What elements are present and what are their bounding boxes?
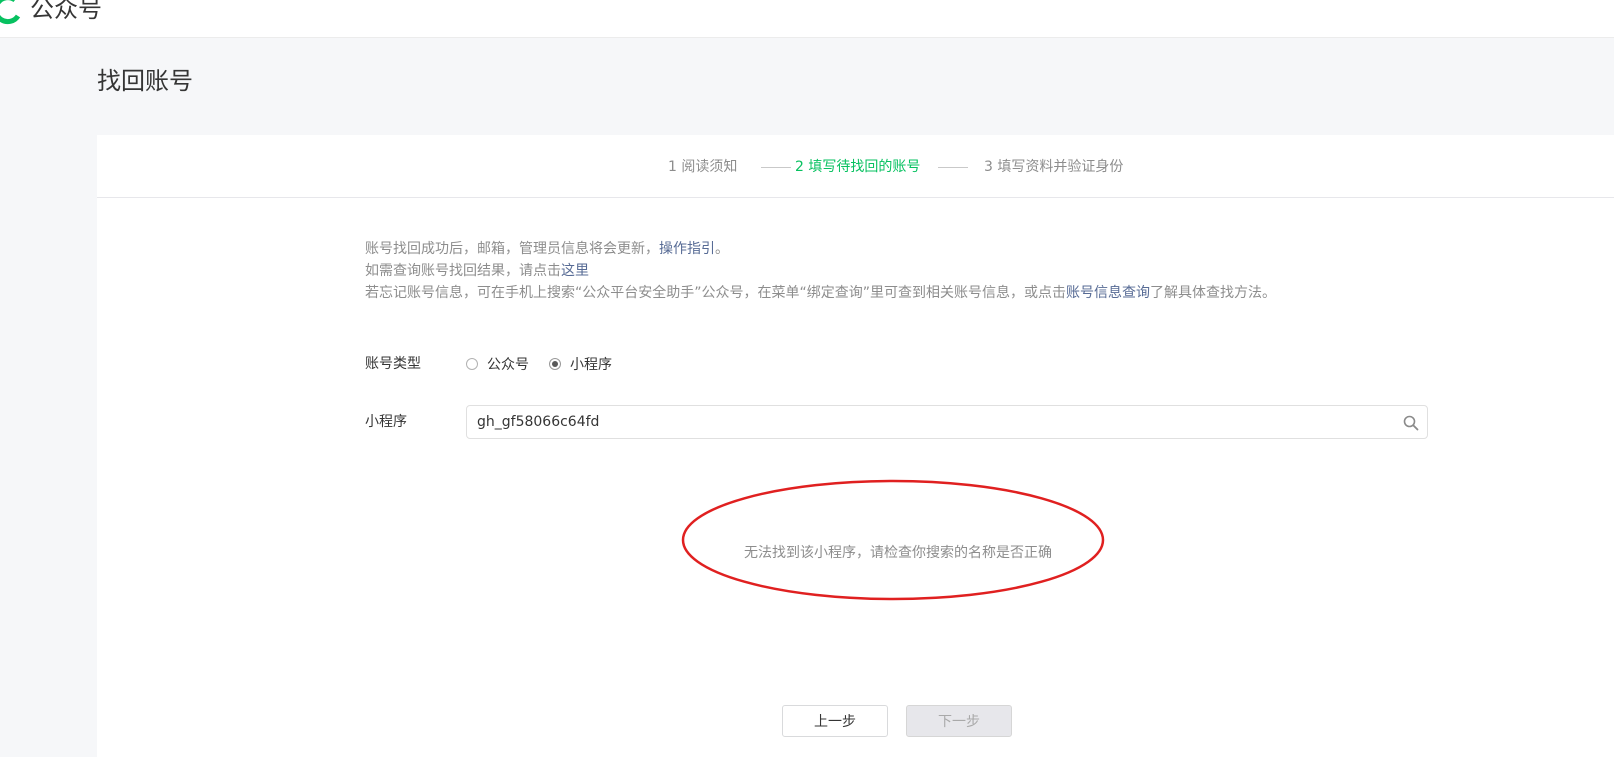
next-step-button[interactable]: 下一步 (906, 705, 1012, 737)
step-indicator: 1 阅读须知 2 填写待找回的账号 3 填写资料并验证身份 (97, 135, 1614, 198)
step-1: 1 阅读须知 (668, 159, 738, 175)
radio-option-mini-program[interactable]: 小程序 (549, 354, 612, 374)
notice-text-segment: 如需查询账号找回结果，请点击 (365, 263, 561, 279)
notice-text: 账号找回成功后，邮箱，管理员信息将会更新，操作指引。 如需查询账号找回结果，请点… (365, 238, 1276, 304)
wechat-logo-icon (0, 0, 21, 25)
account-type-radio-group: 公众号 小程序 (466, 354, 632, 374)
notice-line-1: 账号找回成功后，邮箱，管理员信息将会更新，操作指引。 (365, 238, 1276, 260)
search-box (466, 405, 1428, 439)
notice-text-segment: 。 (715, 241, 729, 257)
notice-line-2: 如需查询账号找回结果，请点击这里 (365, 260, 1276, 282)
notice-text-segment: 若忘记账号信息，可在手机上搜索“公众平台安全助手”公众号，在菜单“绑定查询”里可… (365, 285, 1067, 301)
step-divider (938, 167, 968, 168)
radio-label: 公众号 (487, 357, 529, 373)
radio-button[interactable] (466, 358, 478, 370)
radio-label: 小程序 (570, 357, 612, 373)
previous-step-button[interactable]: 上一步 (782, 705, 888, 737)
step-2-active: 2 填写待找回的账号 (795, 159, 921, 175)
account-info-query-link[interactable]: 账号信息查询 (1066, 285, 1150, 301)
radio-button-checked[interactable] (549, 358, 561, 370)
top-bar: 公众号 (0, 0, 1614, 38)
step-3: 3 填写资料并验证身份 (984, 159, 1124, 175)
search-icon[interactable] (1403, 415, 1419, 431)
notice-text-segment: 账号找回成功后，邮箱，管理员信息将会更新， (365, 241, 659, 257)
main-panel: 1 阅读须知 2 填写待找回的账号 3 填写资料并验证身份 账号找回成功后，邮箱… (97, 135, 1614, 757)
notice-line-3: 若忘记账号信息，可在手机上搜索“公众平台安全助手”公众号，在菜单“绑定查询”里可… (365, 282, 1276, 304)
account-type-label: 账号类型 (365, 356, 421, 372)
step-divider (761, 167, 791, 168)
red-annotation-oval (681, 479, 1105, 601)
mini-program-label: 小程序 (365, 414, 407, 430)
brand-name: 公众号 (30, 0, 102, 23)
page-title: 找回账号 (97, 67, 193, 95)
operation-guide-link[interactable]: 操作指引 (659, 241, 715, 257)
search-input[interactable] (477, 412, 1377, 432)
query-result-link[interactable]: 这里 (561, 263, 589, 279)
radio-option-official-account[interactable]: 公众号 (466, 354, 529, 374)
notice-text-segment: 了解具体查找方法。 (1150, 285, 1277, 301)
